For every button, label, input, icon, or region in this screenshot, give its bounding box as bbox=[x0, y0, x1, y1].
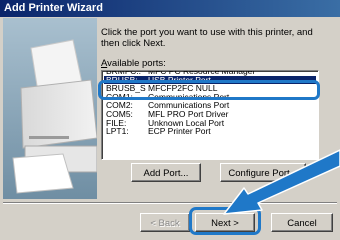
pointer-arrow-icon bbox=[223, 149, 340, 215]
add-printer-wizard-window: Add Printer Wizard Click the port you wa… bbox=[0, 0, 340, 240]
